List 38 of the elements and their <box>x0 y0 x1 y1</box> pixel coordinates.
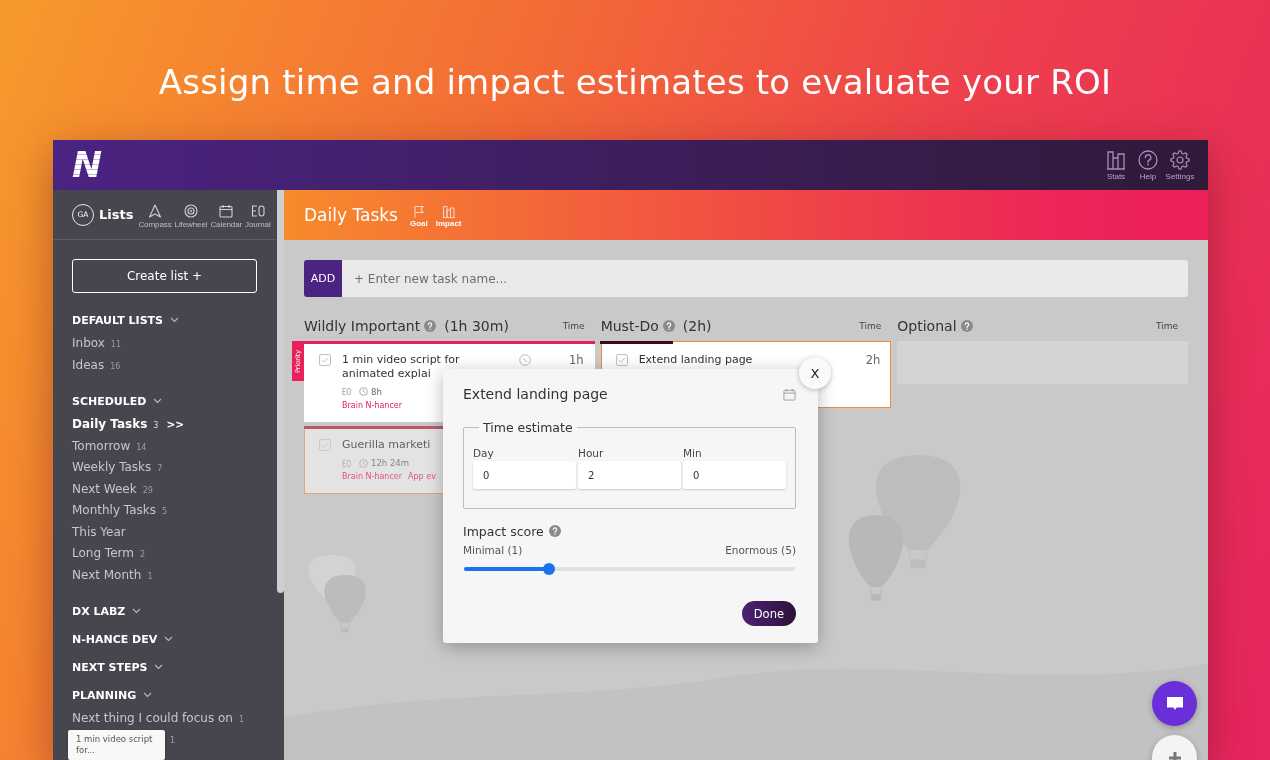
column-time-label: Time <box>859 321 882 331</box>
item-count: 2 <box>139 549 146 561</box>
item-count: 5 <box>162 506 168 518</box>
task-title: 1 min video script for animated explai <box>342 352 461 381</box>
page-title: Daily Tasks <box>304 205 398 225</box>
task-time: 1h <box>569 352 584 367</box>
item-count: 14 <box>136 441 147 454</box>
scale-label: Minimal (1) <box>463 543 523 558</box>
column-title: Optional <box>897 318 957 334</box>
item-count: 7 <box>157 463 163 475</box>
item-count: 3 <box>153 420 159 432</box>
sidebar-title: Lists <box>99 207 134 222</box>
field-label: Hour <box>578 446 605 461</box>
column-time-label: Time <box>1155 321 1178 331</box>
item-count: 1 <box>238 714 244 726</box>
column-total: (1h 30m) <box>444 318 509 334</box>
task-time: 2h <box>865 352 881 367</box>
headline: Assign time and impact estimates to evaluate your ROI <box>158 61 1112 104</box>
drag-preview: 1 min video script for... <box>68 730 165 760</box>
field-label: Day <box>473 446 495 461</box>
item-count: 11 <box>110 339 122 351</box>
scale-label: Enormous (5) <box>725 543 796 558</box>
dialog-title: Extend landing page <box>463 386 608 402</box>
item-count: 29 <box>142 484 153 497</box>
item-count: 1 <box>147 570 153 583</box>
field-label: Min <box>683 446 703 461</box>
impact-label: Impact score <box>463 523 544 539</box>
column-title: Must-Do <box>600 318 659 334</box>
item-count: 16 <box>110 360 121 373</box>
task-duration: 12h 24m <box>371 458 409 468</box>
column-title: Wildly Important <box>304 318 421 334</box>
column-total: (2h) <box>682 318 712 334</box>
panel-legend: Time estimate <box>479 420 577 435</box>
active-marker: >> <box>166 417 184 432</box>
task-title: Extend landing page <box>638 352 753 367</box>
task-duration: 8h <box>371 386 382 397</box>
task-title: Guerilla marketi <box>342 438 431 452</box>
column-time-label: Time <box>562 321 585 331</box>
